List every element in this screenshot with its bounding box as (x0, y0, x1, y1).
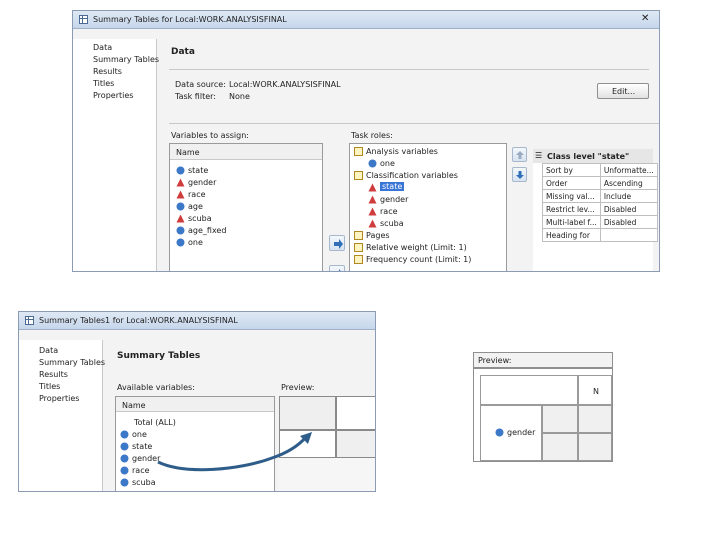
preview-cell (542, 433, 578, 461)
preview-cell-n: N (578, 375, 612, 405)
preview-row-header: gender (480, 405, 542, 461)
n-column-header: N (593, 387, 599, 396)
preview-cell (578, 405, 612, 433)
preview-zoom: Preview: N gender (473, 352, 613, 462)
preview-cell (542, 405, 578, 433)
preview-cell (480, 375, 578, 405)
preview-label: Preview: (478, 356, 512, 365)
drag-arrow-path (157, 436, 308, 472)
variable-icon (495, 428, 504, 437)
preview-zoom-body[interactable]: N gender (473, 368, 613, 462)
row-variable: gender (507, 428, 536, 437)
preview-zoom-label-bar: Preview: (473, 352, 613, 368)
preview-cell (578, 433, 612, 461)
